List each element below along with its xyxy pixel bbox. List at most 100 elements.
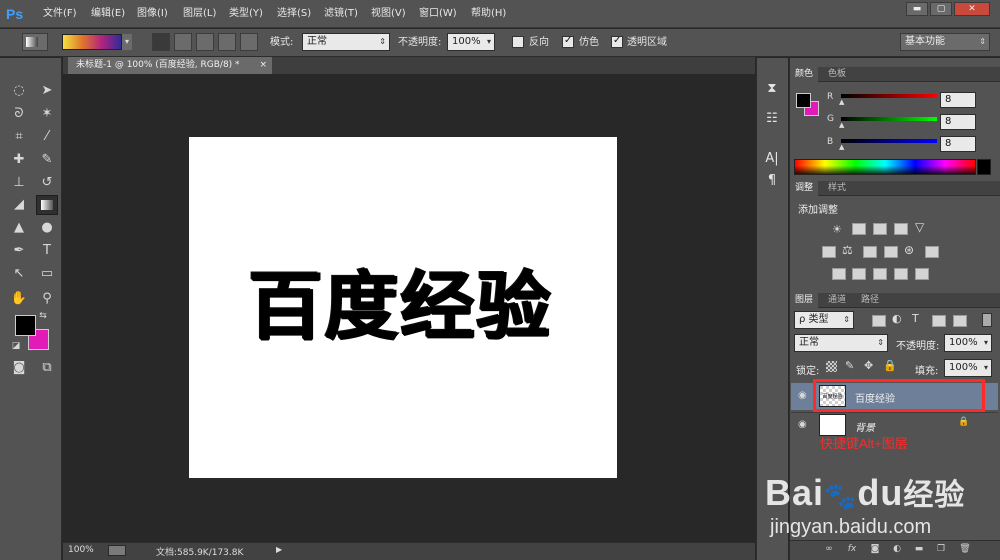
menu-select[interactable]: 选择(S) [277,6,311,22]
dither-checkbox[interactable] [562,35,574,48]
status-icon[interactable] [108,545,126,556]
menu-filter[interactable]: 滤镜(T) [324,6,358,22]
lock-transparent-icon[interactable] [826,361,837,372]
diamond-gradient-button[interactable] [240,33,258,51]
tab-styles[interactable]: 样式 [823,181,851,196]
eye-icon[interactable]: ◉ [798,391,808,401]
blur-tool-icon[interactable]: ▲ [8,218,30,238]
filter-smart-object-icon[interactable] [953,315,967,327]
threshold-adjust-icon[interactable] [873,268,887,280]
gradient-tool-preset-picker[interactable] [22,33,48,51]
menu-file[interactable]: 文件(F) [43,6,77,22]
status-menu-arrow-icon[interactable]: ▶ [276,545,282,554]
posterize-adjust-icon[interactable] [852,268,866,280]
layer-name[interactable]: 背景 [855,419,875,434]
healing-brush-tool-icon[interactable]: ✚ [8,150,30,170]
character-panel-icon[interactable]: A| [763,150,781,168]
layer-opacity-field[interactable]: 100% ▾ [944,334,992,352]
close-tab-icon[interactable]: × [259,57,267,74]
reverse-checkbox[interactable] [512,36,524,48]
clone-stamp-tool-icon[interactable]: ⊥ [8,173,30,193]
red-value-field[interactable]: 8 [940,92,976,108]
properties-panel-icon[interactable]: ☷ [763,110,781,128]
tab-swatches[interactable]: 色板 [823,67,851,82]
filter-type-icon[interactable]: T [912,312,919,325]
reflected-gradient-button[interactable] [218,33,236,51]
filter-pixel-icon[interactable] [872,315,886,327]
paragraph-panel-icon[interactable]: ¶ [763,172,781,190]
photo-filter-adjust-icon[interactable] [884,246,898,258]
layer-kind-filter[interactable]: ρ 类型 ⇕ [794,311,854,329]
zoom-tool-icon[interactable]: ⚲ [36,289,58,309]
radial-gradient-button[interactable] [174,33,192,51]
slider-handle-icon[interactable]: ▲ [839,121,844,129]
restore-button[interactable]: ▢ [930,2,952,16]
menu-help[interactable]: 帮助(H) [471,6,506,22]
menu-layer[interactable]: 图层(L) [183,6,216,22]
green-value-field[interactable]: 8 [940,114,976,130]
gradient-editor-swatch[interactable] [62,34,122,50]
zoom-level[interactable]: 100% [68,545,94,555]
link-layers-icon[interactable]: ∞ [822,543,836,555]
menu-edit[interactable]: 编辑(E) [91,6,125,22]
tab-color[interactable]: 颜色 [790,67,819,82]
red-slider[interactable] [841,94,937,98]
swap-colors-icon[interactable]: ⇆ [36,310,50,322]
minimize-button[interactable]: ▬ [906,2,928,16]
path-selection-tool-icon[interactable]: ↖ [8,264,30,284]
fill-field[interactable]: 100% ▾ [944,359,992,377]
filter-adjustment-icon[interactable]: ◐ [892,312,902,325]
black-swatch[interactable] [977,159,991,175]
brightness-adjust-icon[interactable]: ☀ [832,223,842,236]
screen-mode-icon[interactable]: ⧉ [36,358,58,378]
levels-adjust-icon[interactable] [852,223,866,235]
add-mask-icon[interactable]: ◙ [868,543,882,555]
color-spectrum-bar[interactable] [794,159,976,175]
eraser-tool-icon[interactable]: ◢ [8,195,30,215]
black-white-adjust-icon[interactable] [863,246,877,258]
rectangle-tool-icon[interactable]: ▭ [36,264,58,284]
channel-mixer-adjust-icon[interactable]: ⊛ [904,243,914,257]
menu-window[interactable]: 窗口(W) [419,6,457,22]
gradient-tool-icon[interactable] [36,195,58,215]
close-button[interactable]: ✕ [954,2,990,16]
curves-adjust-icon[interactable] [873,223,887,235]
lock-pixels-icon[interactable]: ✎ [845,359,854,372]
filter-toggle[interactable] [982,313,992,327]
fx-icon[interactable]: fx [845,543,859,555]
menu-image[interactable]: 图像(I) [137,6,168,22]
tab-adjustments[interactable]: 调整 [790,181,819,196]
lock-all-icon[interactable]: 🔒 [883,359,897,372]
new-adjustment-icon[interactable]: ◐ [890,543,904,555]
opacity-field[interactable]: 100% ▾ [447,33,495,51]
move-tool-icon[interactable]: ➤ [36,81,58,101]
eyedropper-tool-icon[interactable]: ⁄ [36,127,58,147]
menu-type[interactable]: 类型(Y) [229,6,263,22]
brush-tool-icon[interactable]: ✎ [36,150,58,170]
selective-color-adjust-icon[interactable] [894,268,908,280]
history-brush-tool-icon[interactable]: ↺ [36,173,58,193]
linear-gradient-button[interactable] [152,33,170,51]
quick-mask-icon[interactable]: ◙ [8,358,30,378]
pen-tool-icon[interactable]: ✒ [8,241,30,261]
color-lookup-adjust-icon[interactable] [925,246,939,258]
invert-adjust-icon[interactable] [832,268,846,280]
angle-gradient-button[interactable] [196,33,214,51]
tab-paths[interactable]: 路径 [856,293,884,308]
color-balance-adjust-icon[interactable]: ⚖ [842,243,853,257]
exposure-adjust-icon[interactable] [894,223,908,235]
trash-icon[interactable]: 🗑 [958,543,972,555]
type-tool-icon[interactable]: T [36,241,58,261]
mode-select[interactable]: 正常 ⇕ [302,33,390,51]
green-slider[interactable] [841,117,937,121]
gradient-dropdown-arrow-icon[interactable]: ▾ [122,34,132,50]
blue-value-field[interactable]: 8 [940,136,976,152]
filter-shape-icon[interactable] [932,315,946,327]
magic-wand-tool-icon[interactable]: ✶ [36,104,58,124]
foreground-color-swatch[interactable] [15,315,36,336]
dodge-tool-icon[interactable]: ● [36,218,58,238]
slider-handle-icon[interactable]: ▲ [839,143,844,151]
new-layer-icon[interactable]: ❐ [934,543,948,555]
default-colors-icon[interactable]: ◪ [10,340,22,352]
eye-icon[interactable]: ◉ [798,420,808,430]
